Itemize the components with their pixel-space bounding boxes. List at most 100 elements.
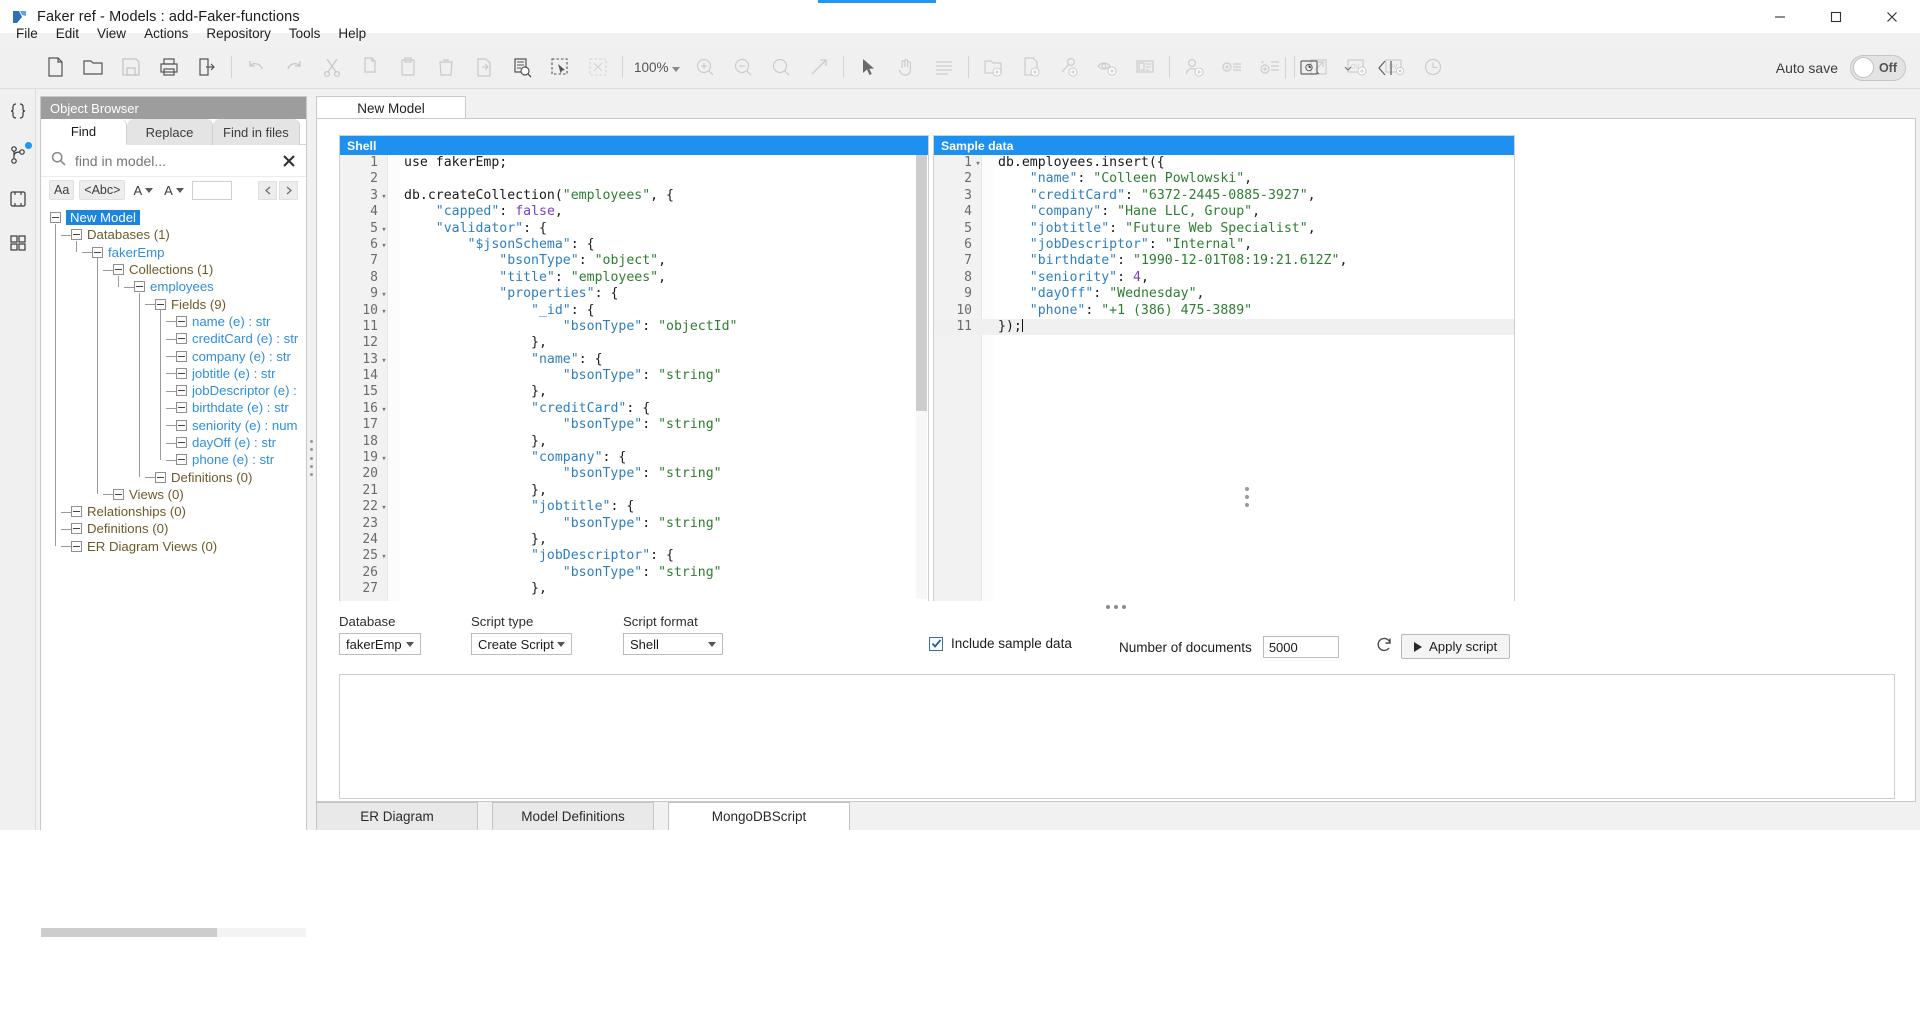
tree-item[interactable]: ER Diagram Views (0) (41, 538, 306, 555)
fold-toggle-icon[interactable]: ▾ (972, 155, 984, 171)
zoom-out-icon[interactable] (724, 48, 762, 86)
tree-expander-icon[interactable] (71, 229, 82, 241)
number-of-documents-input[interactable]: 5000 (1262, 636, 1339, 658)
sample-data-code-area[interactable]: 1 ▾ db.employees.insert({2 "name": "Collee… (934, 155, 1514, 601)
scope-b-dropdown[interactable]: A (161, 180, 187, 200)
tree-expander-icon[interactable] (176, 350, 187, 362)
copy-icon[interactable] (351, 48, 389, 86)
script-format-select[interactable]: Shell (623, 633, 723, 655)
tree-item[interactable]: Relationships (0) (41, 503, 306, 520)
pointer-icon[interactable] (849, 48, 887, 86)
panel-resize-handle[interactable] (308, 440, 314, 476)
tree-item[interactable]: phone (e) : str (41, 451, 306, 468)
menu-item-actions[interactable]: Actions (135, 24, 197, 44)
open-folder-icon[interactable] (74, 48, 112, 86)
tree-expander-icon[interactable] (155, 298, 166, 310)
align-lines-icon[interactable] (925, 48, 963, 86)
pan-hand-icon[interactable] (887, 48, 925, 86)
tree-item[interactable]: creditCard (e) : str (41, 330, 306, 347)
menu-item-tools[interactable]: Tools (280, 24, 330, 44)
add-list-item-icon[interactable] (1213, 48, 1251, 86)
add-view-icon[interactable] (1088, 48, 1126, 86)
match-case-button[interactable]: Aa (49, 180, 75, 200)
grid-apps-icon[interactable] (0, 221, 36, 265)
fold-toggle-icon[interactable]: ▾ (378, 548, 390, 564)
tree-expander-icon[interactable] (113, 488, 124, 500)
zoom-level-dropdown[interactable]: 100% (628, 60, 686, 75)
tree-item[interactable]: Definitions (0) (41, 468, 306, 485)
tree-expander-icon[interactable] (71, 506, 82, 518)
tree-item[interactable]: jobDescriptor (e) : (41, 382, 306, 399)
menu-item-help[interactable]: Help (329, 24, 375, 44)
find-extra-field[interactable] (191, 180, 232, 200)
tree-item[interactable]: Definitions (0) (41, 520, 306, 537)
tree-expander-icon[interactable] (176, 419, 187, 431)
prev-result-icon[interactable] (258, 180, 277, 200)
add-document-icon[interactable] (1012, 48, 1050, 86)
tree-expander-icon[interactable] (176, 333, 187, 345)
pane-horizontal-splitter[interactable] (1106, 605, 1126, 609)
tree-expander-icon[interactable] (113, 264, 124, 276)
code-braces-icon[interactable] (0, 89, 36, 133)
zoom-expand-icon[interactable] (800, 48, 838, 86)
tree-expander-icon[interactable] (176, 367, 187, 379)
fold-toggle-icon[interactable]: ▾ (378, 221, 390, 237)
fit-to-screen-icon[interactable] (579, 48, 617, 86)
menu-item-view[interactable]: View (88, 24, 135, 44)
include-sample-data-control[interactable]: Include sample data (929, 636, 1072, 651)
new-document-icon[interactable] (36, 48, 74, 86)
save-icon[interactable] (112, 48, 150, 86)
git-branch-icon[interactable] (0, 133, 36, 177)
chevron-down-small-icon[interactable] (1329, 49, 1367, 87)
tree-expander-icon[interactable] (176, 315, 187, 327)
redo-icon[interactable] (275, 48, 313, 86)
clear-x-icon[interactable] (282, 154, 296, 168)
tab-find-in-files[interactable]: Find in files (213, 119, 300, 145)
autosave-toggle[interactable]: Off (1850, 54, 1906, 81)
fold-toggle-icon[interactable]: ▾ (378, 401, 390, 417)
tree-item[interactable]: Collections (1) (41, 261, 306, 278)
export-icon[interactable] (188, 48, 226, 86)
pane-vertical-splitter[interactable] (1245, 487, 1249, 507)
tree-item[interactable]: seniority (e) : num (41, 417, 306, 434)
include-sample-data-checkbox[interactable] (929, 636, 943, 651)
duplicate-icon[interactable] (465, 48, 503, 86)
tree-item[interactable]: company (e) : str (41, 347, 306, 364)
search-input[interactable] (73, 151, 275, 170)
tree-expander-icon[interactable] (155, 471, 166, 483)
collapse-panel-icon[interactable] (1367, 49, 1405, 87)
database-select[interactable]: fakerEmp (339, 633, 421, 655)
apply-script-button[interactable]: Apply script (1401, 634, 1511, 659)
shell-vertical-scrollbar[interactable] (916, 155, 927, 599)
script-type-select[interactable]: Create Script (471, 633, 572, 655)
add-text-icon[interactable] (1126, 48, 1164, 86)
add-user-icon[interactable] (1175, 48, 1213, 86)
fold-toggle-icon[interactable]: ▾ (378, 237, 390, 253)
tree-item[interactable]: Views (0) (41, 486, 306, 503)
fold-toggle-icon[interactable]: ▾ (378, 450, 390, 466)
zoom-reset-icon[interactable] (762, 48, 800, 86)
tree-item[interactable]: jobtitle (e) : str (41, 365, 306, 382)
tree-item[interactable]: birthdate (e) : str (41, 399, 306, 416)
tab-mongodb-script[interactable]: MongoDBScript (668, 802, 850, 830)
find-in-document-icon[interactable] (503, 48, 541, 86)
fold-toggle-icon[interactable]: ▾ (378, 352, 390, 368)
tree-item[interactable]: New Model (41, 209, 306, 226)
tab-model-definitions[interactable]: Model Definitions (492, 802, 654, 830)
undo-icon[interactable] (237, 48, 275, 86)
scrollbar-thumb[interactable] (41, 928, 217, 937)
tab-er-diagram[interactable]: ER Diagram (316, 802, 478, 830)
refresh-icon[interactable] (1375, 636, 1393, 654)
fold-toggle-icon[interactable]: ▾ (378, 188, 390, 204)
tree-item[interactable]: Fields (9) (41, 295, 306, 312)
print-icon[interactable] (150, 48, 188, 86)
tree-item[interactable]: employees (41, 278, 306, 295)
cut-icon[interactable] (313, 48, 351, 86)
scope-a-dropdown[interactable]: A (130, 180, 156, 200)
shell-code-area[interactable]: 1 use fakerEmp; 2 3 ▾ db.createCollection("em… (340, 155, 928, 601)
tree-expander-icon[interactable] (71, 523, 82, 535)
tree-expander-icon[interactable] (71, 540, 82, 552)
next-result-icon[interactable] (279, 180, 298, 200)
tree-expander-icon[interactable] (176, 437, 187, 448)
left-panel-bottom-scrollbar[interactable] (41, 928, 306, 937)
